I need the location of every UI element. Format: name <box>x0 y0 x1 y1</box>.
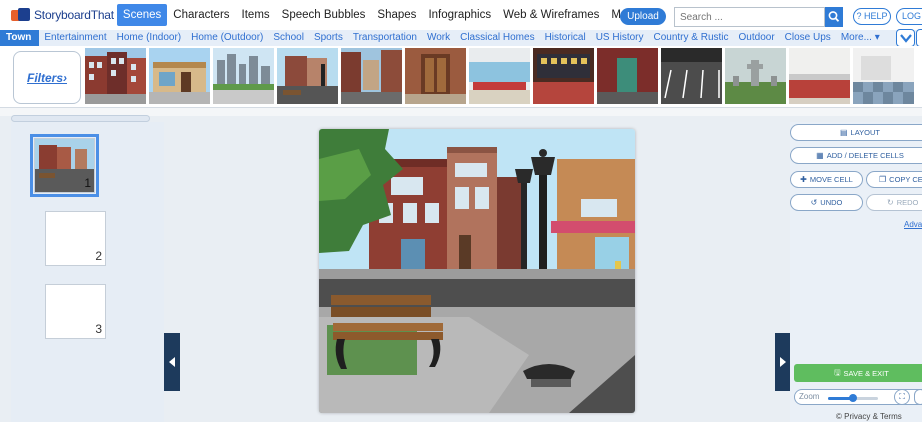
chevron-down-icon <box>899 34 912 43</box>
cell-thumbnail-3[interactable]: 3 <box>45 284 106 339</box>
filters-label: Filters› <box>26 70 67 85</box>
advanced-link[interactable]: Adva <box>904 220 922 229</box>
layout-button[interactable]: ▤ LAYOUT <box>790 124 922 141</box>
storyboard-canvas[interactable] <box>319 129 635 413</box>
cell-thumbnail-2[interactable]: 2 <box>45 211 106 266</box>
save-exit-label: SAVE & EXIT <box>843 368 889 378</box>
scene-thumb-downtown-street[interactable] <box>341 48 402 104</box>
category-transportation[interactable]: Transportation <box>348 30 422 46</box>
undo-button[interactable]: ↺ UNDO <box>790 194 863 211</box>
category-sports[interactable]: Sports <box>309 30 348 46</box>
cell-thumbnail-1[interactable]: 1 <box>30 134 99 197</box>
scene-thumb-diner-interior[interactable] <box>469 48 530 104</box>
scene-thumb-tiled-room[interactable] <box>853 48 914 104</box>
category-home-outdoor[interactable]: Home (Outdoor) <box>186 30 268 46</box>
scene-thumbnail-strip: Filters› <box>0 46 922 108</box>
help-button[interactable]: ? HELP <box>853 8 891 25</box>
menu-item-items[interactable]: Items <box>236 4 276 26</box>
undo-label: UNDO <box>820 198 843 207</box>
top-menu: Scenes Characters Items Speech Bubbles S… <box>116 0 662 30</box>
menu-item-shapes[interactable]: Shapes <box>371 4 422 26</box>
copy-cell-button[interactable]: ❐ COPY CEL <box>866 171 922 188</box>
cell-number: 1 <box>84 176 91 190</box>
top-menu-bar: StoryboardThat Scenes Characters Items S… <box>0 0 922 30</box>
scene-thumb-kitchen-counter[interactable] <box>789 48 850 104</box>
scene-thumb-city-skyline-park[interactable] <box>213 48 274 104</box>
strip-scrollbar[interactable] <box>11 115 150 122</box>
menu-item-web-wireframes[interactable]: Web & Wireframes <box>497 4 605 26</box>
filters-button[interactable]: Filters› <box>13 51 81 104</box>
scene-thumb-alley-door[interactable] <box>597 48 658 104</box>
caret-right-icon <box>780 357 786 367</box>
category-home-indoor[interactable]: Home (Indoor) <box>112 30 186 46</box>
login-button[interactable]: LOG <box>896 8 922 25</box>
caret-left-icon <box>169 357 175 367</box>
layout-icon: ▤ <box>839 128 848 137</box>
menu-item-scenes[interactable]: Scenes <box>116 4 168 26</box>
collapse-panel-button[interactable] <box>775 333 791 391</box>
cell-number: 3 <box>95 322 102 336</box>
redo-button[interactable]: ↻ REDO <box>866 194 922 211</box>
copy-icon: ❐ <box>879 175 887 184</box>
category-close-ups[interactable]: Close Ups <box>780 30 836 46</box>
scene-thumb-building-entrance[interactable] <box>405 48 466 104</box>
menu-item-speech-bubbles[interactable]: Speech Bubbles <box>276 4 372 26</box>
add-delete-label: ADD / DELETE CELLS <box>826 151 904 160</box>
scene-thumb-cemetery[interactable] <box>725 48 786 104</box>
search-input[interactable] <box>674 7 825 27</box>
category-historical[interactable]: Historical <box>540 30 591 46</box>
cell-number: 2 <box>95 249 102 263</box>
zoom-fit-button[interactable]: ⛶ <box>894 389 910 405</box>
redo-label: REDO <box>896 198 919 207</box>
category-more[interactable]: More... ▾ <box>836 30 885 46</box>
category-classical-homes[interactable]: Classical Homes <box>455 30 539 46</box>
storyboard-editor: StoryboardThat Scenes Characters Items S… <box>0 0 922 422</box>
scene-thumb-street-corner[interactable] <box>277 48 338 104</box>
move-icon: ✚ <box>800 175 807 184</box>
zoom-extra-button[interactable] <box>914 389 922 405</box>
category-school[interactable]: School <box>268 30 309 46</box>
zoom-label: Zoom <box>799 392 820 401</box>
copy-cell-label: COPY CEL <box>889 175 922 184</box>
search-button[interactable] <box>825 7 843 27</box>
category-entertainment[interactable]: Entertainment <box>39 30 111 46</box>
category-us-history[interactable]: US History <box>591 30 649 46</box>
upload-button[interactable]: Upload <box>620 8 666 25</box>
save-icon: 🖫 <box>834 367 841 377</box>
expand-library-button[interactable] <box>916 29 922 47</box>
collapse-library-button[interactable] <box>896 29 915 47</box>
category-country-rustic[interactable]: Country & Rustic <box>649 30 734 46</box>
search-icon <box>828 11 840 22</box>
collapse-cells-button[interactable] <box>164 333 180 391</box>
cells-icon: ▦ <box>816 151 824 160</box>
move-cell-label: MOVE CELL <box>809 175 853 184</box>
logo-mark-icon <box>11 7 31 23</box>
save-exit-button[interactable]: 🖫 SAVE & EXIT <box>794 364 922 382</box>
logo-text: StoryboardThat <box>34 8 114 22</box>
zoom-slider[interactable] <box>828 394 878 402</box>
town-street-scene <box>319 129 635 413</box>
scene-category-bar: Town Entertainment Home (Indoor) Home (O… <box>0 30 922 46</box>
move-cell-button[interactable]: ✚ MOVE CELL <box>790 171 863 188</box>
storyboard-cell-list: 1 2 3 <box>11 122 164 422</box>
scene-thumb-brick-rowhouses[interactable] <box>85 48 146 104</box>
scene-thumb-parking-lot[interactable] <box>661 48 722 104</box>
menu-item-infographics[interactable]: Infographics <box>422 4 497 26</box>
category-work[interactable]: Work <box>422 30 455 46</box>
redo-icon: ↻ <box>887 198 894 207</box>
category-town[interactable]: Town <box>0 30 40 46</box>
zoom-slider-handle[interactable] <box>849 394 857 402</box>
add-delete-cells-button[interactable]: ▦ ADD / DELETE CELLS <box>790 147 922 164</box>
menu-item-characters[interactable]: Characters <box>167 4 235 26</box>
scene-thumb-storefront[interactable] <box>149 48 210 104</box>
layout-label: LAYOUT <box>850 128 880 137</box>
fit-screen-icon: ⛶ <box>899 392 905 401</box>
scene-thumb-shop-counter[interactable] <box>533 48 594 104</box>
undo-icon: ↺ <box>810 198 818 207</box>
category-outdoor[interactable]: Outdoor <box>734 30 780 46</box>
app-logo[interactable]: StoryboardThat <box>0 0 114 30</box>
privacy-terms-link[interactable]: © Privacy & Terms <box>836 412 902 421</box>
